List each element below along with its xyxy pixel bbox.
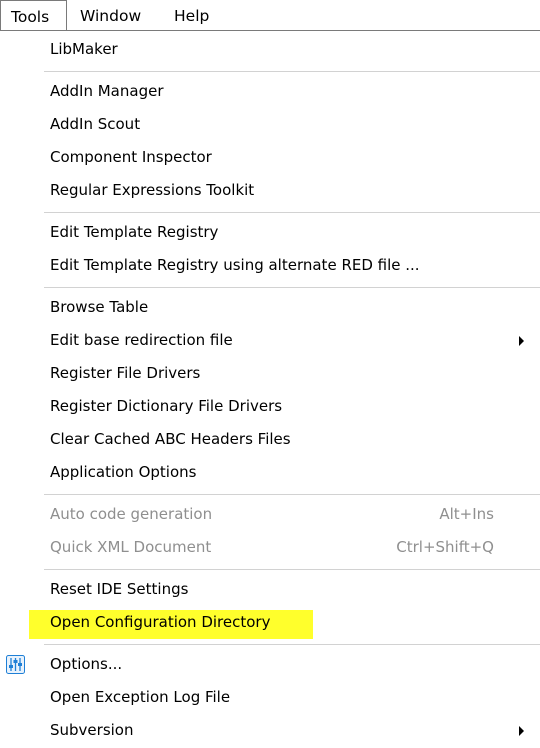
menu-item-edit-template-registry-alt-label: Edit Template Registry using alternate R… xyxy=(50,256,420,274)
settings-sliders-icon xyxy=(6,655,25,674)
menu-item-edit-base-redirection[interactable]: Edit base redirection file xyxy=(0,324,540,357)
menu-item-quick-xml-document-shortcut: Ctrl+Shift+Q xyxy=(396,538,494,556)
menu-item-options[interactable]: Options... xyxy=(0,648,540,681)
menu-item-quick-xml-document: Quick XML Document Ctrl+Shift+Q xyxy=(0,531,540,564)
menu-item-open-config-directory[interactable]: Open Configuration Directory xyxy=(0,606,540,639)
menu-bar: Tools Window Help xyxy=(0,0,540,31)
menu-item-clear-cached-abc-label: Clear Cached ABC Headers Files xyxy=(50,430,291,448)
menu-item-clear-cached-abc[interactable]: Clear Cached ABC Headers Files xyxy=(0,423,540,456)
chevron-right-icon xyxy=(519,726,524,736)
menu-item-open-exception-log-label: Open Exception Log File xyxy=(50,688,231,706)
menubar-window-label: Window xyxy=(80,7,142,25)
menu-item-open-config-directory-label: Open Configuration Directory xyxy=(50,613,271,631)
menu-separator xyxy=(44,569,540,570)
menu-item-regex-toolkit[interactable]: Regular Expressions Toolkit xyxy=(0,174,540,207)
menu-item-edit-template-registry[interactable]: Edit Template Registry xyxy=(0,216,540,249)
menu-item-addin-scout[interactable]: AddIn Scout xyxy=(0,108,540,141)
menu-separator xyxy=(44,71,540,72)
tools-menu-panel: LibMaker AddIn Manager AddIn Scout Compo… xyxy=(0,30,540,748)
menubar-tools[interactable]: Tools xyxy=(0,0,67,31)
menu-item-reset-ide-settings-label: Reset IDE Settings xyxy=(50,580,189,598)
menu-item-subversion[interactable]: Subversion xyxy=(0,714,540,747)
menu-separator xyxy=(44,644,540,645)
menubar-help[interactable]: Help xyxy=(159,0,219,31)
menu-item-auto-code-generation-shortcut: Alt+Ins xyxy=(439,505,494,523)
menubar-help-label: Help xyxy=(174,7,210,25)
menu-item-browse-table-label: Browse Table xyxy=(50,298,149,316)
menu-item-edit-base-redirection-label: Edit base redirection file xyxy=(50,331,233,349)
menubar-window[interactable]: Window xyxy=(67,0,159,31)
menu-item-options-label: Options... xyxy=(50,655,123,673)
menu-item-libmaker[interactable]: LibMaker xyxy=(0,33,540,66)
menu-item-addin-manager-label: AddIn Manager xyxy=(50,82,164,100)
menu-item-auto-code-generation: Auto code generation Alt+Ins xyxy=(0,498,540,531)
menu-item-quick-xml-document-label: Quick XML Document xyxy=(50,538,212,556)
chevron-right-icon xyxy=(519,336,524,346)
menu-item-register-dictionary-drivers-label: Register Dictionary File Drivers xyxy=(50,397,283,415)
menu-separator xyxy=(44,287,540,288)
menu-item-edit-template-registry-alt[interactable]: Edit Template Registry using alternate R… xyxy=(0,249,540,282)
menu-item-reset-ide-settings[interactable]: Reset IDE Settings xyxy=(0,573,540,606)
menu-item-register-file-drivers-label: Register File Drivers xyxy=(50,364,201,382)
menu-item-register-dictionary-drivers[interactable]: Register Dictionary File Drivers xyxy=(0,390,540,423)
menu-separator xyxy=(44,494,540,495)
menu-item-libmaker-label: LibMaker xyxy=(50,40,118,58)
menu-item-register-file-drivers[interactable]: Register File Drivers xyxy=(0,357,540,390)
menu-item-application-options[interactable]: Application Options xyxy=(0,456,540,489)
menu-item-open-exception-log[interactable]: Open Exception Log File xyxy=(0,681,540,714)
menu-item-regex-toolkit-label: Regular Expressions Toolkit xyxy=(50,181,255,199)
menu-item-browse-table[interactable]: Browse Table xyxy=(0,291,540,324)
menu-item-component-inspector[interactable]: Component Inspector xyxy=(0,141,540,174)
menu-item-application-options-label: Application Options xyxy=(50,463,197,481)
menu-item-subversion-label: Subversion xyxy=(50,721,134,739)
menu-item-component-inspector-label: Component Inspector xyxy=(50,148,212,166)
menu-item-edit-template-registry-label: Edit Template Registry xyxy=(50,223,219,241)
menu-item-addin-scout-label: AddIn Scout xyxy=(50,115,141,133)
menu-separator xyxy=(44,212,540,213)
menu-item-auto-code-generation-label: Auto code generation xyxy=(50,505,213,523)
menu-item-addin-manager[interactable]: AddIn Manager xyxy=(0,75,540,108)
